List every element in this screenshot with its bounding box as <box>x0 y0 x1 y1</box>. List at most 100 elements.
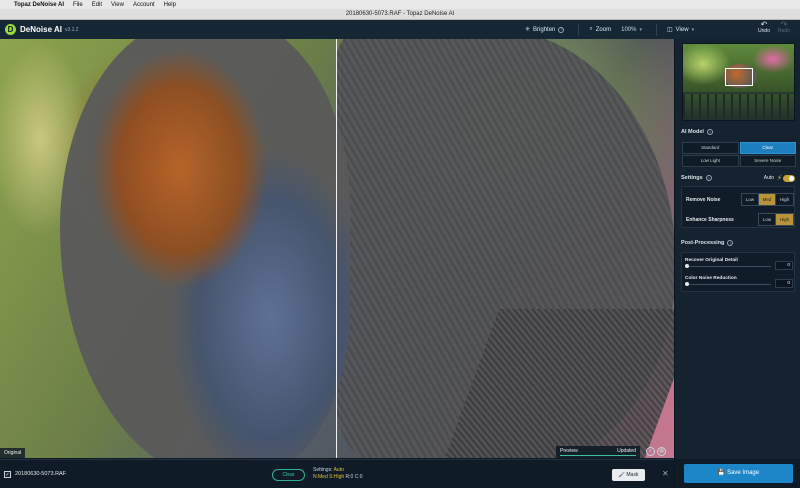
color-noise-row: Color Noise Reduction 0 <box>685 275 793 288</box>
remove-noise-low[interactable]: Low <box>742 194 759 205</box>
header-divider <box>578 23 580 36</box>
zoom-label: Zoom <box>595 26 612 33</box>
close-icon[interactable]: ✕ <box>662 469 669 478</box>
split-view-icon: ◫ <box>666 27 673 33</box>
system-menubar: Topaz DeNoise AI File Edit View Account … <box>0 0 800 9</box>
ai-model-title: AI Model <box>681 129 704 135</box>
ai-model-heading: AI Model ? <box>681 129 713 135</box>
model-low-light-button[interactable]: Low Light <box>682 155 739 167</box>
brighten-button[interactable]: ✳ Brighten ? <box>525 26 565 33</box>
enhance-sharpness-high[interactable]: High <box>776 214 793 225</box>
grid-icon[interactable]: ▦ <box>657 447 666 456</box>
view-control[interactable]: ◫ View ▾ <box>666 26 695 34</box>
redo-label: Redo <box>778 28 790 34</box>
recover-detail-row: Recover Original Detail 0 <box>685 257 793 270</box>
help-icon[interactable]: ? <box>727 240 734 246</box>
recover-detail-slider[interactable] <box>685 264 689 268</box>
brighten-label: Brighten <box>533 26 556 33</box>
preview-status-text: Updated <box>617 448 636 454</box>
menu-file[interactable]: File <box>73 2 83 8</box>
settings-box: Remove Noise Low Med High Enhance Sharpn… <box>681 186 795 228</box>
remove-noise-selector: Low Med High <box>741 193 794 206</box>
view-label: View <box>675 26 689 33</box>
recover-detail-label: Recover Original Detail <box>685 258 738 263</box>
brush-icon: 🖌 <box>618 472 625 478</box>
help-icon[interactable]: ? <box>706 129 713 135</box>
remove-noise-med[interactable]: Med <box>759 194 776 205</box>
post-processing-heading: Post-Processing ? <box>681 240 734 246</box>
app-version: v3.1.2 <box>64 26 79 33</box>
remove-noise-row: Remove Noise Low Med High <box>686 193 794 206</box>
color-noise-value[interactable]: 0 <box>775 279 793 288</box>
model-standard-button[interactable]: Standard <box>682 142 739 154</box>
undo-button[interactable]: ↶ Undo <box>754 21 774 35</box>
clear-button[interactable]: Clear <box>272 469 305 481</box>
recover-detail-value[interactable]: 0 <box>775 261 793 270</box>
compare-icon[interactable]: ◐ <box>646 447 655 456</box>
original-label: Original <box>0 448 26 458</box>
menu-edit[interactable]: Edit <box>92 2 102 8</box>
model-severe-noise-button[interactable]: Severe Noise <box>739 155 796 167</box>
app-header: D DeNoise AI v3.1.2 ✳ Brighten ? ⌕ Zoom … <box>0 20 800 39</box>
split-view-divider[interactable] <box>336 39 337 458</box>
undo-label: Undo <box>758 28 770 34</box>
menu-account[interactable]: Account <box>133 2 155 8</box>
menu-view[interactable]: View <box>111 2 124 8</box>
save-icon: 💾 <box>717 470 726 476</box>
mask-label: Mask <box>626 472 639 478</box>
color-noise-slider[interactable] <box>685 282 689 286</box>
remove-noise-high[interactable]: High <box>776 194 793 205</box>
color-summary-value: 0 <box>359 474 363 480</box>
thumbnail-railing <box>683 92 794 118</box>
preview-status: Preview Updated <box>556 446 640 458</box>
enhance-sharpness-row: Enhance Sharpness Low High <box>686 213 794 226</box>
file-checkbox[interactable]: ✓ <box>4 471 11 478</box>
settings-summary-prefix: Settings: <box>313 467 334 473</box>
enhance-sharpness-low[interactable]: Low <box>759 214 776 225</box>
save-image-button[interactable]: 💾 Save Image <box>684 464 793 483</box>
mask-button[interactable]: 🖌 Mask <box>612 469 645 481</box>
enhance-sharpness-label: Enhance Sharpness <box>686 216 734 223</box>
auto-toggle[interactable] <box>783 174 795 182</box>
window-title: 20180630-5073.RAF - Topaz DeNoise AI <box>0 9 800 20</box>
save-image-label: Save Image <box>727 470 760 476</box>
enhance-sharpness-selector: Low High <box>758 213 794 226</box>
preview-progress-fill <box>560 455 636 456</box>
redo-button[interactable]: ↷ Redo <box>774 21 794 35</box>
settings-summary-auto: Auto <box>333 467 344 473</box>
chevron-down-icon: ▾ <box>639 26 642 33</box>
recover-detail-track[interactable] <box>685 266 771 267</box>
model-clear-button[interactable]: Clear <box>739 142 796 154</box>
bird-image-original <box>60 39 350 458</box>
navigator-region-box[interactable] <box>725 68 753 86</box>
header-divider <box>655 23 657 36</box>
viewport-icons: ◐ ▦ <box>646 447 668 456</box>
settings-heading: Settings ? Auto ⚡ <box>681 174 795 182</box>
preview-progress-bar <box>560 455 636 456</box>
post-processing-box: Recover Original Detail 0 Color Noise Re… <box>681 252 795 292</box>
file-name: 20180630-5073.RAF <box>15 471 67 477</box>
app-logo: D DeNoise AI v3.1.2 <box>5 24 95 35</box>
chevron-down-icon: ▾ <box>691 26 695 33</box>
menu-app[interactable]: Topaz DeNoise AI <box>14 2 64 8</box>
toggle-knob <box>789 175 794 181</box>
settings-panel: AI Model ? Standard Clear Low Light Seve… <box>674 39 800 459</box>
color-noise-label: Color Noise Reduction <box>685 276 737 281</box>
color-noise-track[interactable] <box>685 284 771 285</box>
save-area: 💾 Save Image <box>674 459 800 488</box>
menu-help[interactable]: Help <box>164 2 176 8</box>
undo-redo: ↶ Undo ↷ Redo <box>754 21 794 35</box>
zoom-value: 100% <box>621 26 637 33</box>
sun-icon: ✳ <box>525 27 531 33</box>
auto-label: Auto <box>763 175 775 181</box>
lightning-icon: ⚡ <box>777 175 782 182</box>
image-viewport[interactable]: Original Preview Updated ◐ ▦ <box>0 39 674 458</box>
app-name: DeNoise AI <box>20 25 62 34</box>
remove-noise-label: Remove Noise <box>686 196 721 203</box>
help-icon[interactable]: ? <box>558 26 565 33</box>
navigator-thumbnail[interactable] <box>682 43 795 121</box>
recover-summary-value: 0 <box>350 474 354 480</box>
preview-label: Preview <box>560 448 578 454</box>
help-icon[interactable]: ? <box>705 175 712 181</box>
zoom-control[interactable]: ⌕ Zoom 100% ▾ <box>589 26 642 33</box>
